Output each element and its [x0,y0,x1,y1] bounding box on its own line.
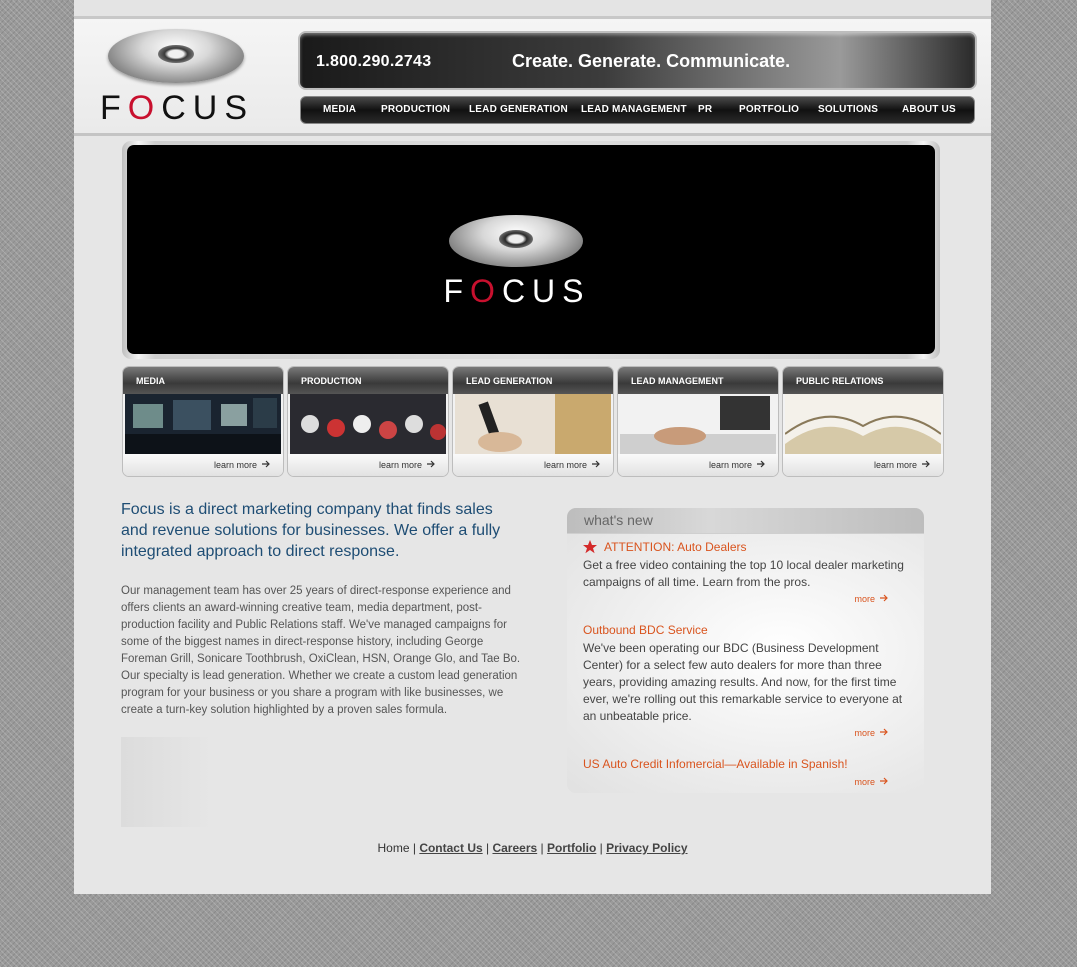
arrow-right-icon [757,460,765,468]
top-strip [74,0,991,19]
arrow-right-icon [427,460,435,468]
tile-title: LEAD MANAGEMENT [631,376,724,386]
more-link[interactable]: more [854,775,889,787]
nav-item-media[interactable]: MEDIA [323,104,356,115]
arrow-right-icon [880,777,888,785]
public-relations-photo [785,394,941,454]
tile-public-relations[interactable]: PUBLIC RELATIONS learn more [782,366,944,477]
tile-media[interactable]: MEDIA learn more [122,366,284,477]
whats-new-panel: what's new ATTENTION: Auto Dealers Get a… [567,508,924,793]
phone-banner: 1.800.290.2743 Create. Generate. Communi… [298,31,977,90]
hero-wordmark: FOCUS [443,273,591,309]
footer-careers[interactable]: Careers [492,841,537,855]
nav-item-production[interactable]: PRODUCTION [381,104,450,115]
tile-production[interactable]: PRODUCTION learn more [287,366,449,477]
nav-item-portfolio[interactable]: PORTFOLIO [739,104,799,115]
arrow-right-icon [922,460,930,468]
news-text: We've been operating our BDC (Business D… [583,641,903,723]
hero-disc-icon [449,215,583,267]
lead-management-photo [620,394,776,454]
tagline: Create. Generate. Communicate. [512,51,791,71]
footer-home[interactable]: Home [377,841,409,855]
tile-title: MEDIA [136,376,165,386]
media-photo [125,394,281,454]
footer-separator: | [540,841,544,855]
footer-privacy-policy[interactable]: Privacy Policy [606,841,687,855]
footer-portfolio[interactable]: Portfolio [547,841,596,855]
learn-more-link[interactable]: learn more [379,458,436,470]
tile-lead-management[interactable]: LEAD MANAGEMENT learn more [617,366,779,477]
news-title-bdc[interactable]: Outbound BDC Service [583,623,708,637]
nav-item-lead-generation[interactable]: LEAD GENERATION [469,104,568,115]
phone-number: 1.800.290.2743 [316,53,432,70]
star-icon [583,540,597,554]
main-nav: MEDIA PRODUCTION LEAD GENERATION LEAD MA… [300,96,975,124]
tile-title: PUBLIC RELATIONS [796,376,884,386]
more-link[interactable]: more [854,592,889,604]
tile-title: LEAD GENERATION [466,376,553,386]
hero-screen: FOCUS [127,145,935,354]
production-photo [290,394,446,454]
tile-lead-generation[interactable]: LEAD GENERATION learn more [452,366,614,477]
whats-new-heading: what's new [584,512,653,528]
nav-item-about-us[interactable]: ABOUT US [902,104,956,115]
footer: Home | Contact Us | Careers | Portfolio … [74,841,991,855]
arrow-right-icon [592,460,600,468]
logo-wordmark: FOCUS [100,89,255,127]
arrow-right-icon [262,460,270,468]
intro-text: Focus is a direct marketing company that… [121,501,501,560]
nav-item-pr[interactable]: PR [698,104,712,115]
body-text: Our management team has over 25 years of… [121,585,521,716]
header: FOCUS 1.800.290.2743 Create. Generate. C… [74,19,991,136]
learn-more-link[interactable]: learn more [709,458,766,470]
hero-logo: FOCUS [437,215,597,315]
news-text: Get a free video containing the top 10 l… [583,558,904,589]
decorative-fade [121,737,213,827]
footer-separator: | [486,841,490,855]
learn-more-link[interactable]: learn more [214,458,271,470]
logo-disc-icon [108,29,244,83]
footer-separator: | [599,841,603,855]
arrow-right-icon [880,594,888,602]
more-link[interactable]: more [854,726,889,738]
nav-item-solutions[interactable]: SOLUTIONS [818,104,878,115]
learn-more-link[interactable]: learn more [544,458,601,470]
news-title-infomercial[interactable]: US Auto Credit Infomercial—Available in … [583,757,848,771]
tile-title: PRODUCTION [301,376,362,386]
news-title-auto-dealers[interactable]: ATTENTION: Auto Dealers [604,540,746,554]
nav-item-lead-management[interactable]: LEAD MANAGEMENT [581,104,687,115]
footer-contact-us[interactable]: Contact Us [419,841,482,855]
focus-logo[interactable]: FOCUS [100,29,255,127]
hero-banner: FOCUS [122,141,940,359]
learn-more-link[interactable]: learn more [874,458,931,470]
footer-separator: | [412,841,416,855]
arrow-right-icon [880,728,888,736]
lead-generation-photo [455,394,611,454]
